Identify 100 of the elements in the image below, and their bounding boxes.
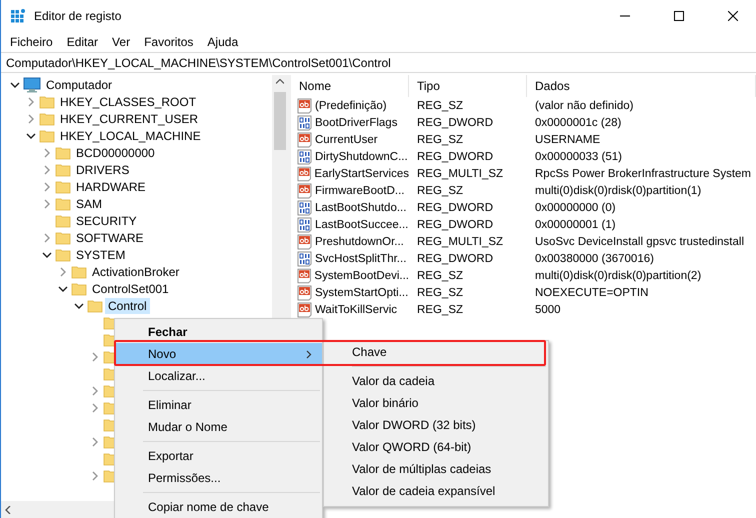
string-value-icon: [297, 268, 312, 284]
expanded-chevron-icon[interactable]: [74, 300, 84, 310]
tree-item[interactable]: HARDWARE: [73, 178, 149, 194]
value-data: multi(0)disk(0)rdisk(0)partition(1): [534, 184, 702, 196]
menu-item[interactable]: Valor de múltiplas cadeias: [324, 458, 548, 480]
value-data: UsoSvc DeviceInstall gpsvc trustedinstall: [534, 236, 745, 248]
value-name: SystemBootDevi...: [314, 270, 409, 282]
collapsed-chevron-icon[interactable]: [90, 386, 100, 396]
collapsed-chevron-icon[interactable]: [42, 164, 52, 174]
tree-item[interactable]: SOFTWARE: [73, 230, 147, 246]
folder-icon: [55, 178, 71, 194]
collapsed-chevron-icon[interactable]: [90, 436, 100, 446]
collapsed-chevron-icon[interactable]: [26, 96, 36, 106]
tree-item[interactable]: SYSTEM: [73, 246, 128, 262]
collapsed-chevron-icon[interactable]: [90, 352, 100, 362]
value-name: SystemStartOpti...: [315, 286, 408, 298]
value-name: FirmwareBootD...: [315, 184, 404, 196]
collapsed-chevron-icon[interactable]: [42, 198, 52, 208]
tree-item[interactable]: SECURITY: [73, 212, 140, 228]
expanded-chevron-icon[interactable]: [58, 284, 68, 294]
value-type: REG_SZ: [416, 286, 464, 298]
folder-icon: [55, 144, 71, 160]
value-name: BootDriverFlags: [315, 116, 398, 128]
folder-icon: [71, 264, 87, 280]
tree-item[interactable]: SAM: [73, 196, 106, 212]
minimize-icon: [620, 15, 630, 17]
collapsed-chevron-icon[interactable]: [42, 232, 52, 242]
folder-icon: [39, 110, 55, 126]
tree-item[interactable]: BCD00000000: [73, 144, 158, 160]
menu-item[interactable]: Mudar o Nome: [115, 416, 322, 438]
value-name: LastBootSuccee...: [315, 218, 408, 230]
value-type: REG_SZ: [416, 100, 464, 112]
collapsed-chevron-icon[interactable]: [42, 148, 52, 158]
tree-item[interactable]: DRIVERS: [73, 162, 132, 178]
value-name: EarlyStartServices: [314, 168, 409, 180]
menu-item[interactable]: Editar: [60, 35, 106, 49]
string-value-icon: [297, 182, 313, 198]
string-value-icon: [297, 284, 313, 300]
tree-item[interactable]: Control: [105, 298, 150, 314]
collapsed-chevron-icon[interactable]: [90, 402, 100, 412]
tree-item[interactable]: HKEY_CURRENT_USER: [57, 110, 202, 126]
collapsed-chevron-icon[interactable]: [26, 114, 36, 124]
scroll-left-icon[interactable]: [5, 506, 11, 514]
string-value-icon: [297, 166, 312, 182]
menu-item[interactable]: Ajuda: [200, 35, 246, 49]
value-data: RpcSs Power BrokerInfrastructure System: [534, 168, 752, 180]
menu-item[interactable]: Valor de cadeia expansível: [324, 480, 548, 502]
menu-item[interactable]: Fechar: [115, 321, 322, 343]
binary-value-icon: [297, 250, 313, 266]
menu-item[interactable]: Chave: [324, 341, 548, 363]
value-name: (Predefinição): [315, 100, 387, 112]
value-type: REG_DWORD: [416, 252, 494, 264]
value-data: 0x00000000 (0): [534, 202, 617, 214]
column-header[interactable]: Dados: [527, 75, 756, 97]
collapsed-chevron-icon[interactable]: [42, 182, 52, 192]
binary-value-icon: [297, 148, 313, 164]
menu-item[interactable]: Valor binário: [324, 392, 548, 414]
menu-item[interactable]: Valor da cadeia: [324, 370, 548, 392]
string-value-icon: [297, 132, 313, 148]
folder-icon: [55, 212, 71, 228]
menu-item[interactable]: Exportar: [115, 445, 322, 467]
tree-item[interactable]: Computador: [43, 76, 116, 92]
column-header[interactable]: Tipo: [409, 75, 527, 97]
address-field[interactable]: Computador\HKEY_LOCAL_MACHINE\SYSTEM\ControlSet001\Control: [1, 52, 756, 73]
tree-item[interactable]: ActivationBroker: [89, 264, 182, 280]
menu-item[interactable]: Localizar...: [115, 365, 322, 387]
tree-item[interactable]: HKEY_CLASSES_ROOT: [57, 94, 200, 110]
collapsed-chevron-icon[interactable]: [90, 470, 100, 480]
scroll-up-icon[interactable]: [276, 79, 284, 84]
value-data: 5000: [534, 304, 562, 316]
expanded-chevron-icon[interactable]: [42, 250, 52, 260]
value-data: USERNAME: [534, 134, 602, 146]
collapsed-chevron-icon[interactable]: [58, 266, 68, 276]
menu-item[interactable]: Permissões...: [115, 467, 322, 489]
expanded-chevron-icon[interactable]: [26, 130, 36, 140]
column-header[interactable]: Nome: [291, 75, 409, 97]
expanded-chevron-icon[interactable]: [10, 80, 20, 90]
window-title: Editor de registo: [34, 9, 122, 23]
value-data: 0x00000033 (51): [534, 150, 623, 162]
menu-item[interactable]: Valor QWORD (64-bit): [324, 436, 548, 458]
folder-icon: [39, 128, 55, 144]
value-type: REG_DWORD: [416, 150, 494, 162]
menu-item[interactable]: Novo: [115, 343, 322, 365]
menu-item[interactable]: Valor DWORD (32 bits): [324, 414, 548, 436]
scroll-thumb[interactable]: [274, 92, 286, 150]
tree-item[interactable]: ControlSet001: [89, 280, 172, 296]
value-data: 0x0000001c (28): [534, 116, 622, 128]
menu-item[interactable]: Ver: [105, 35, 138, 49]
close-icon: [728, 11, 738, 21]
value-type: REG_MULTI_SZ: [416, 168, 504, 180]
binary-value-icon: [297, 114, 313, 130]
value-name: DirtyShutdownC...: [315, 150, 408, 162]
menu-item[interactable]: Copiar nome de chave: [115, 496, 322, 518]
menu-item[interactable]: Eliminar: [115, 394, 322, 416]
value-name: PreshutdownOr...: [315, 236, 404, 248]
tree-item[interactable]: HKEY_LOCAL_MACHINE: [57, 128, 204, 144]
folder-icon: [39, 94, 55, 110]
folder-icon: [55, 162, 71, 178]
menu-item[interactable]: Favoritos: [137, 35, 200, 49]
menu-item[interactable]: Ficheiro: [3, 35, 60, 49]
